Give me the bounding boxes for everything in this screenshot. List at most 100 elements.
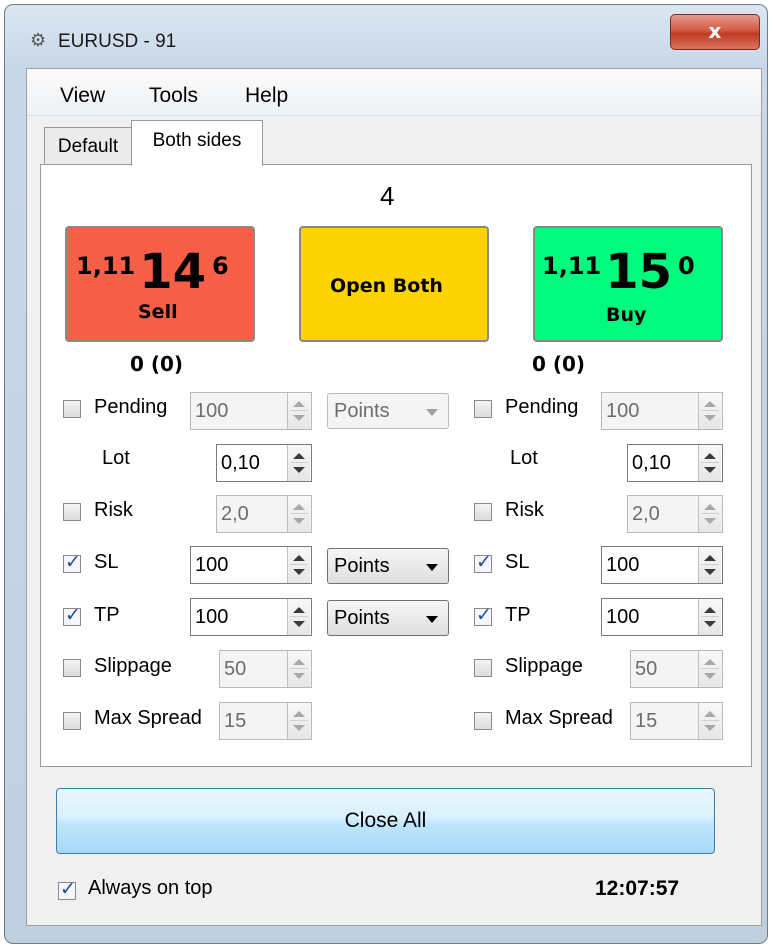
right-risk-spinner[interactable]: [698, 496, 721, 532]
right-pending-label: Pending: [505, 396, 579, 418]
menu-view[interactable]: View: [60, 84, 105, 108]
left-tp-spinner[interactable]: [287, 599, 310, 635]
right-tp-input[interactable]: 100: [601, 598, 723, 636]
right-sl-input[interactable]: 100: [601, 546, 723, 584]
left-max-spread-value: 15: [224, 710, 247, 732]
buy-price-big: 15: [605, 244, 673, 300]
left-sl-label: SL: [94, 551, 119, 573]
left-lot-input[interactable]: 0,10: [216, 444, 312, 482]
buy-label: Buy: [606, 304, 647, 326]
left-max-spread-label: Max Spread: [94, 707, 202, 729]
left-pending-checkbox[interactable]: [63, 400, 81, 418]
sell-price: 1,1114 6: [76, 244, 229, 300]
right-risk-value: 2,0: [632, 503, 660, 525]
left-slippage-value: 50: [224, 658, 247, 680]
right-pending-checkbox[interactable]: [474, 400, 492, 418]
right-sl-checkbox[interactable]: [474, 551, 492, 573]
left-pending-value: 100: [195, 400, 229, 422]
tab-default[interactable]: Default: [44, 127, 132, 165]
order-count: 4: [380, 181, 395, 211]
chevron-down-icon: [426, 409, 438, 416]
left-slippage-label: Slippage: [94, 655, 172, 677]
right-max-spread-input[interactable]: 15: [630, 702, 723, 740]
menu-help[interactable]: Help: [245, 84, 288, 108]
right-tp-spinner[interactable]: [698, 599, 721, 635]
right-pending-input[interactable]: 100: [601, 392, 723, 430]
right-slippage-value: 50: [635, 658, 658, 680]
menu-bar: [27, 69, 761, 116]
close-window-button[interactable]: x: [670, 14, 760, 50]
left-slippage-input[interactable]: 50: [219, 650, 312, 688]
left-slippage-spinner[interactable]: [287, 651, 310, 687]
left-lot-value: 0,10: [221, 452, 260, 474]
left-risk-input[interactable]: 2,0: [216, 495, 312, 533]
clock: 12:07:57: [595, 877, 680, 900]
right-slippage-label: Slippage: [505, 655, 583, 677]
left-sl-input[interactable]: 100: [190, 546, 312, 584]
right-sl-value: 100: [606, 554, 640, 576]
always-on-top-label: Always on top: [88, 877, 213, 899]
left-sl-unit-value: Points: [334, 555, 390, 577]
left-risk-value: 2,0: [221, 503, 249, 525]
chevron-down-icon: [426, 564, 438, 571]
left-risk-checkbox[interactable]: [63, 503, 81, 521]
right-risk-input[interactable]: 2,0: [627, 495, 723, 533]
right-pending-value: 100: [606, 400, 640, 422]
close-all-button[interactable]: Close All: [56, 788, 715, 854]
left-sl-checkbox[interactable]: [63, 551, 81, 573]
left-tp-value: 100: [195, 606, 229, 628]
left-sl-value: 100: [195, 554, 229, 576]
left-max-spread-spinner[interactable]: [287, 703, 310, 739]
right-sl-label: SL: [505, 551, 530, 573]
right-max-spread-label: Max Spread: [505, 707, 613, 729]
left-risk-label: Risk: [94, 499, 133, 521]
left-tp-label: TP: [94, 604, 120, 626]
left-max-spread-checkbox[interactable]: [63, 712, 81, 730]
right-lot-input[interactable]: 0,10: [627, 444, 723, 482]
left-pending-label: Pending: [94, 396, 168, 418]
window-title: EURUSD - 91: [58, 31, 177, 52]
right-risk-checkbox[interactable]: [474, 503, 492, 521]
right-lot-label: Lot: [510, 447, 538, 469]
left-pending-spinner[interactable]: [287, 393, 310, 429]
tab-both-sides[interactable]: Both sides: [131, 120, 263, 166]
sell-price-pip: 6: [212, 252, 229, 280]
right-risk-label: Risk: [505, 499, 544, 521]
right-max-spread-value: 15: [635, 710, 658, 732]
buy-positions: 0 (0): [532, 352, 586, 376]
right-slippage-input[interactable]: 50: [630, 650, 723, 688]
left-pending-unit-value: Points: [334, 400, 390, 422]
app-icon: ⚙: [30, 30, 47, 51]
left-lot-spinner[interactable]: [287, 445, 310, 481]
sell-label: Sell: [138, 301, 178, 323]
right-max-spread-checkbox[interactable]: [474, 712, 492, 730]
left-slippage-checkbox[interactable]: [63, 659, 81, 677]
right-tp-label: TP: [505, 604, 531, 626]
right-lot-value: 0,10: [632, 452, 671, 474]
sell-price-big: 14: [139, 244, 207, 300]
left-risk-spinner[interactable]: [287, 496, 310, 532]
buy-price-prefix: 1,11: [542, 252, 602, 280]
right-tp-checkbox[interactable]: [474, 604, 492, 626]
left-tp-unit-value: Points: [334, 607, 390, 629]
open-both-label: Open Both: [330, 275, 443, 297]
left-max-spread-input[interactable]: 15: [219, 702, 312, 740]
right-lot-spinner[interactable]: [698, 445, 721, 481]
right-max-spread-spinner[interactable]: [698, 703, 721, 739]
buy-price: 1,1115 0: [542, 244, 695, 300]
left-tp-unit-dropdown[interactable]: Points: [327, 600, 449, 636]
right-sl-spinner[interactable]: [698, 547, 721, 583]
right-slippage-spinner[interactable]: [698, 651, 721, 687]
right-pending-spinner[interactable]: [698, 393, 721, 429]
left-tp-checkbox[interactable]: [63, 604, 81, 626]
right-tp-value: 100: [606, 606, 640, 628]
right-slippage-checkbox[interactable]: [474, 659, 492, 677]
left-sl-spinner[interactable]: [287, 547, 310, 583]
menu-tools[interactable]: Tools: [149, 84, 198, 108]
left-pending-unit-dropdown[interactable]: Points: [327, 393, 449, 429]
left-pending-input[interactable]: 100: [190, 392, 312, 430]
always-on-top-checkbox[interactable]: [58, 878, 76, 900]
left-sl-unit-dropdown[interactable]: Points: [327, 548, 449, 584]
left-tp-input[interactable]: 100: [190, 598, 312, 636]
chevron-down-icon: [426, 616, 438, 623]
